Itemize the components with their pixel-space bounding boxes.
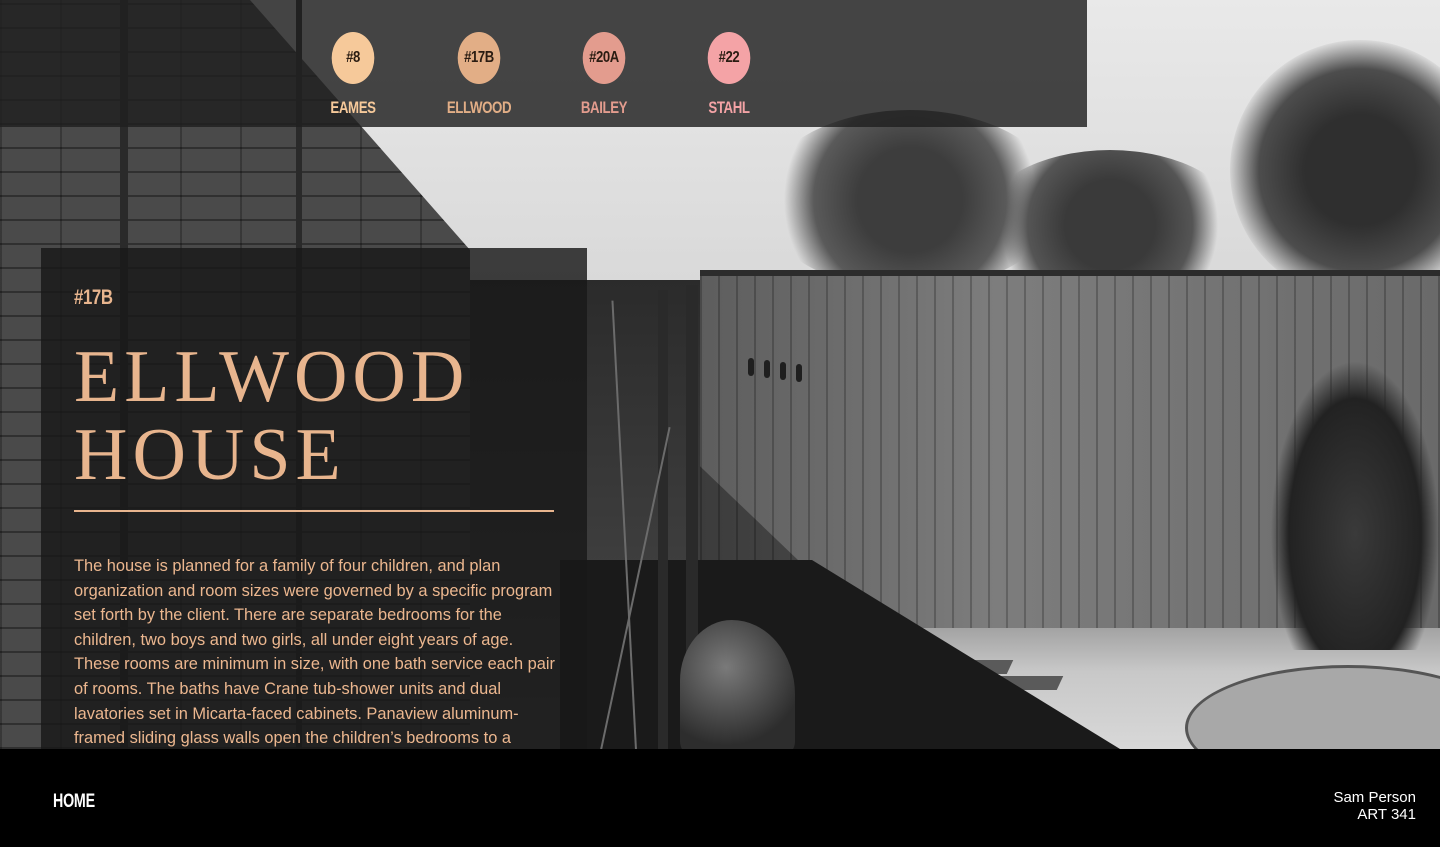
nav-circle-bailey[interactable]: #20A bbox=[582, 32, 626, 84]
title-line-2: HOUSE bbox=[74, 414, 346, 496]
nav-label-ellwood[interactable]: ELLWOOD bbox=[436, 98, 522, 118]
nav-label-bailey[interactable]: BAILEY bbox=[561, 98, 647, 118]
title-divider bbox=[74, 510, 554, 512]
nav-circle-ellwood[interactable]: #17B bbox=[457, 32, 501, 84]
nav-item-stahl[interactable]: #22 STAHL bbox=[674, 32, 784, 118]
nav-item-eames[interactable]: #8 EAMES bbox=[298, 32, 408, 118]
tree-foliage bbox=[1230, 40, 1440, 300]
wall-hook bbox=[796, 364, 802, 382]
wall-hook bbox=[764, 360, 770, 378]
nav-item-ellwood[interactable]: #17B ELLWOOD bbox=[424, 32, 534, 118]
author-name: Sam Person bbox=[1333, 789, 1416, 806]
page-title: ELLWOOD HOUSE bbox=[74, 338, 564, 494]
nav-circle-stahl[interactable]: #22 bbox=[707, 32, 751, 84]
wall-hook bbox=[748, 358, 754, 376]
house-info-panel: #17B ELLWOOD HOUSE The house is planned … bbox=[41, 248, 587, 749]
nav-item-bailey[interactable]: #20A BAILEY bbox=[549, 32, 659, 118]
home-link[interactable]: HOME bbox=[53, 791, 95, 813]
wall-hook bbox=[780, 362, 786, 380]
course-code: ART 341 bbox=[1357, 806, 1416, 823]
house-description: The house is planned for a family of fou… bbox=[74, 557, 555, 748]
nav-label-eames[interactable]: EAMES bbox=[310, 98, 396, 118]
title-line-1: ELLWOOD bbox=[74, 336, 470, 418]
house-code: #17B bbox=[74, 286, 113, 309]
footer: HOME Sam Person ART 341 bbox=[0, 749, 1440, 847]
top-navigation: #8 EAMES #17B ELLWOOD #20A BAILEY #22 ST… bbox=[0, 0, 1087, 127]
pine-tree bbox=[1270, 360, 1440, 650]
post bbox=[658, 290, 668, 749]
nav-circle-eames[interactable]: #8 bbox=[331, 32, 375, 84]
author-credit: Sam Person ART 341 bbox=[1333, 789, 1416, 823]
nav-label-stahl[interactable]: STAHL bbox=[686, 98, 772, 118]
